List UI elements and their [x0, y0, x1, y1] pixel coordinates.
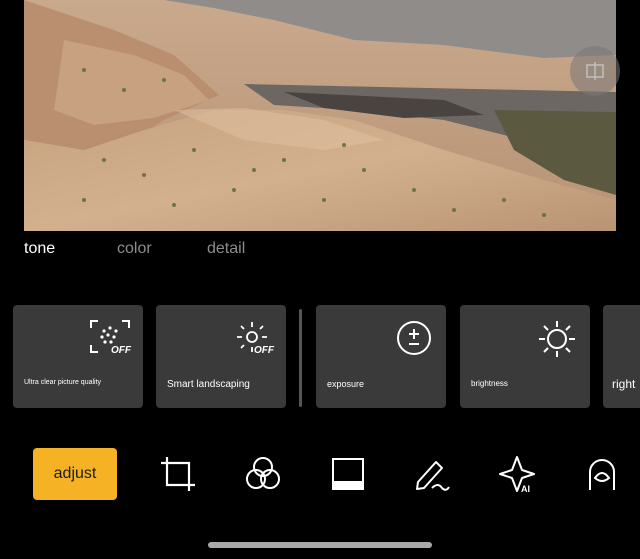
crop-icon[interactable]	[158, 454, 198, 494]
card-label: brightness	[471, 379, 508, 388]
card-brightness[interactable]: brightness	[460, 305, 590, 408]
filters-icon[interactable]	[243, 454, 283, 494]
ultra-clear-off-badge: OFF	[111, 345, 131, 356]
compare-icon	[586, 62, 604, 80]
landscape-photo	[24, 0, 616, 231]
home-indicator[interactable]	[208, 542, 432, 548]
ai-magic-icon[interactable]: AI	[497, 454, 537, 494]
card-label: right	[612, 377, 636, 391]
brightness-icon	[539, 321, 575, 357]
adjustment-cards: OFF Ultra clear picture quality OFF Smar…	[0, 305, 640, 410]
compare-button[interactable]	[570, 46, 620, 96]
card-label: Ultra clear picture quality	[24, 379, 102, 386]
bottom-toolbar: adjust AI	[0, 446, 640, 502]
card-smart-landscaping[interactable]: OFF Smart landscaping	[156, 305, 286, 408]
adjust-button[interactable]: adjust	[33, 448, 117, 500]
card-partial[interactable]: right	[603, 305, 640, 408]
card-ultra-clear[interactable]: OFF Ultra clear picture quality	[13, 305, 143, 408]
tab-detail[interactable]: detail	[207, 240, 245, 258]
tab-tone[interactable]: tone	[24, 240, 55, 258]
svg-text:AI: AI	[521, 484, 530, 494]
smart-landscaping-off-badge: OFF	[254, 345, 274, 356]
card-label: Smart landscaping	[167, 379, 250, 390]
portrait-icon[interactable]	[582, 454, 622, 494]
markup-pen-icon[interactable]	[412, 454, 452, 494]
card-label: exposure	[327, 379, 365, 389]
adjust-tabs: tone color detail	[0, 240, 640, 264]
photo-preview[interactable]	[24, 0, 616, 231]
card-exposure[interactable]: exposure	[316, 305, 446, 408]
section-divider	[299, 309, 302, 407]
exposure-icon	[397, 321, 431, 355]
tab-color[interactable]: color	[117, 240, 152, 258]
frame-icon[interactable]	[328, 454, 368, 494]
